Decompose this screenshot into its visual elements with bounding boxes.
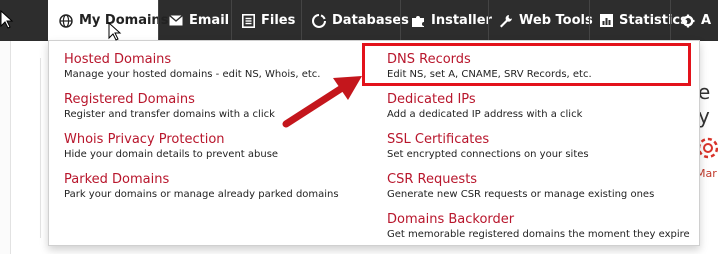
hand-pointer-icon: [108, 21, 122, 46]
